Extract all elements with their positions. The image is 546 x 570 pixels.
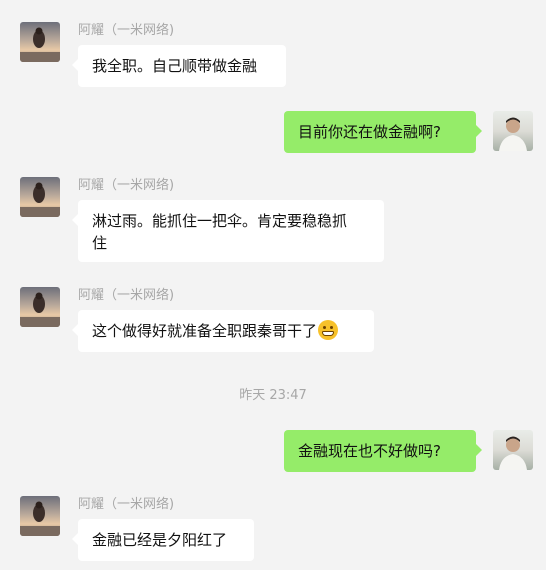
- message-bubble[interactable]: 金融现在也不好做吗?: [284, 430, 482, 472]
- message-text: 这个做得好就准备全职跟秦哥干了: [92, 322, 318, 340]
- grinning-face-icon: [318, 320, 339, 340]
- message-text: 金融现在也不好做吗?: [298, 442, 441, 460]
- message-bubble[interactable]: 淋过雨。能抓住一把伞。肯定要稳稳抓 住: [72, 200, 384, 262]
- sender-name: 阿耀（一米网络): [78, 497, 175, 512]
- sender-avatar[interactable]: [20, 287, 60, 327]
- sender-avatar[interactable]: [20, 496, 60, 536]
- message-text: 我全职。自己顺带做金融: [92, 57, 258, 75]
- message-bubble[interactable]: 目前你还在做金融啊?: [284, 111, 482, 153]
- sender-avatar[interactable]: [20, 177, 60, 217]
- my-avatar[interactable]: [493, 111, 533, 151]
- sender-name: 阿耀（一米网络): [78, 288, 175, 303]
- message-text: 目前你还在做金融啊?: [298, 123, 441, 141]
- timestamp: 昨天 23:47: [239, 388, 307, 403]
- message-bubble[interactable]: 金融已经是夕阳红了: [72, 519, 254, 561]
- message-text: 金融已经是夕阳红了: [92, 531, 228, 549]
- sender-name: 阿耀（一米网络): [78, 178, 175, 193]
- message-bubble[interactable]: 这个做得好就准备全职跟秦哥干了: [72, 310, 374, 352]
- message-text-line: 淋过雨。能抓住一把伞。肯定要稳稳抓: [92, 212, 348, 230]
- message-text-line: 住: [92, 234, 108, 252]
- message-bubble[interactable]: 我全职。自己顺带做金融: [72, 45, 286, 87]
- sender-name: 阿耀（一米网络): [78, 23, 175, 38]
- my-avatar[interactable]: [493, 430, 533, 470]
- sender-avatar[interactable]: [20, 22, 60, 62]
